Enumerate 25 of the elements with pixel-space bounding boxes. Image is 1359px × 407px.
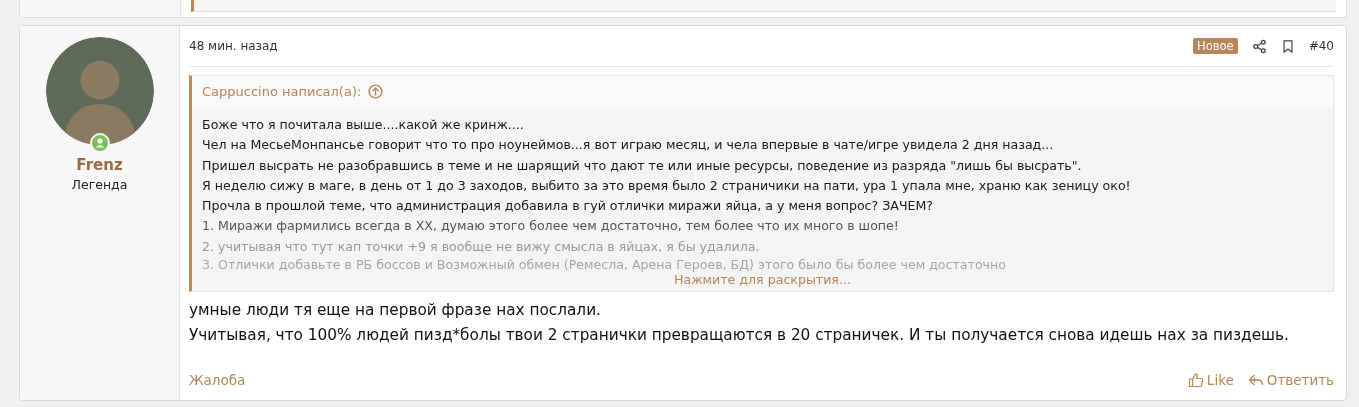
quote-line: Чел на МесьеМонпансье говорит что то про ноунеймов...я вот играю месяц, и чела впервые в чате/игре увидела 2 дня назад... [202,136,1055,155]
expand-link[interactable]: Нажмите для раскрытия... [674,272,851,289]
post-number-link[interactable]: #40 [1308,39,1334,53]
quote-line: 3. Отлички добавьте в РБ боссов и Возможный обмен (Ремесла, Арена Героев, БД) этого было бы более чем достаточно [202,257,1007,273]
report-link[interactable]: Жалоба [189,372,246,388]
thumbs-up-icon [1187,372,1204,388]
quote-line: 2. учитывая что тут кап точки +9 я вообще не вижу смысла в яйцах, я бы удалила. [202,237,761,256]
username-link[interactable]: Frenz [76,156,123,174]
share-icon[interactable] [1251,38,1267,54]
reply-arrow-icon [1247,372,1264,388]
reply-button[interactable]: Ответить [1247,372,1334,388]
new-badge: Новое [1193,38,1238,54]
quote-line: 1. Миражи фармились всегда в ХХ, думаю этого более чем достаточно, тем более что их много в шопе! [202,217,900,236]
quote-line: Прочла в прошлой теме, что администрация добавила в гуй отлички миражи яйца, а у меня вопрос? ЗАЧЕМ? [202,197,935,216]
quote-author-link[interactable]: Cappuccino написал(а): [202,84,362,99]
quote-line: Пришел высрать не разобравшись в теме и не шарящий что дают те или иные ресурсы, поведение из разряда "лишь бы высрать". [202,156,1083,175]
avatar-silhouette[interactable] [45,37,154,145]
post-time[interactable]: 48 мин. назад [189,39,278,53]
post-text-line: Учитывая, что 100% людей пизд*болы твои 2 странички превращаются в 20 страничек. И ты получается снова идешь нах за пиздешь. [189,325,1290,347]
quote-line: Я неделю сижу в маге, в день от 1 до 3 заходов, выбито за это время было 2 страничики на пати, ура 1 упала мне, храню как зеницу око! [202,176,1132,195]
quote-line: Боже что я почитала выше....какой же кринж.... [202,116,525,134]
post-text-line: умные люди тя еще на первой фразе нах послали. [189,300,602,322]
bookmark-icon[interactable] [1280,38,1295,54]
like-button[interactable]: Like [1187,372,1234,388]
user-title: Легенда [71,177,128,192]
